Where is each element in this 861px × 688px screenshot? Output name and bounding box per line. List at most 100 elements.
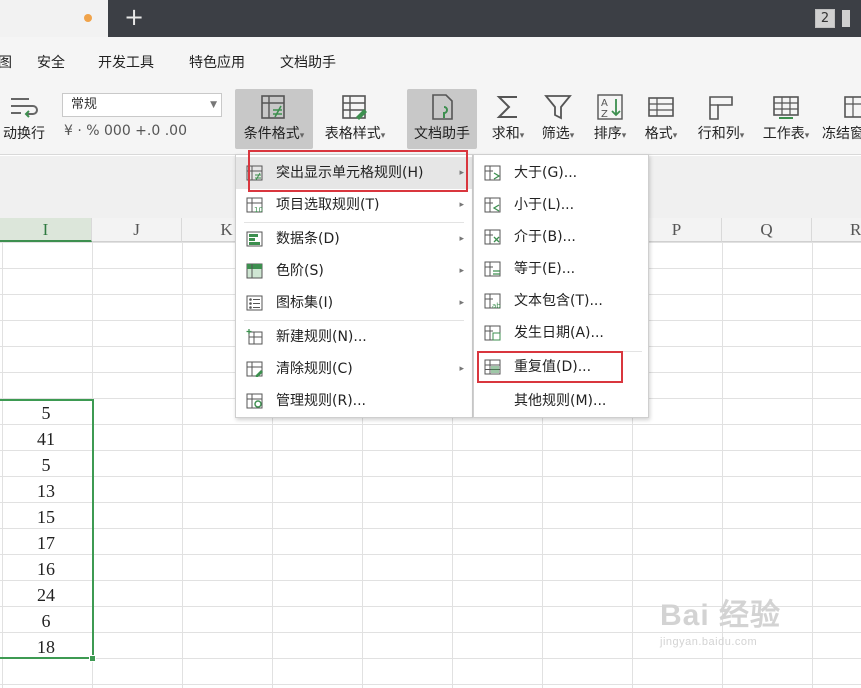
menu-item-label: 色阶(S) [276,263,324,279]
chevron-down-icon: ▾ [672,131,678,141]
format-label: 格式 [644,126,673,142]
title-bar: + 2 [0,0,861,37]
less-than-icon [484,197,501,213]
submenu-item-greater-than[interactable]: 大于(G)... [474,157,648,189]
rows-columns-icon [709,96,733,120]
menu-tab-features[interactable]: 特色应用 [189,52,245,72]
submenu-item-date-occurring[interactable]: 发生日期(A)... [474,317,648,349]
icon-sets-icon [246,295,263,311]
window-edge-icon [842,10,850,27]
menu-item-label: 图标集(I) [276,295,334,311]
chevron-right-icon: ▸ [459,298,464,308]
watermark-brand: Bai 经验 [660,599,782,632]
number-format-value: 常规 [71,97,98,112]
column-header-i[interactable]: I [0,218,92,242]
freeze-label: 冻结窗 [822,126,861,142]
worksheet-button[interactable]: 工作表▾ [757,89,815,149]
chevron-down-icon: ▼ [210,100,217,110]
menu-item-top-bottom-rules[interactable]: 10 项目选取规则(T) ▸ [236,189,472,221]
clear-rules-icon [246,361,263,377]
format-button[interactable]: 格式▾ [638,89,684,149]
rows-columns-button[interactable]: 行和列▾ [690,89,752,149]
worksheet-icon [773,96,799,119]
menu-item-data-bars[interactable]: 数据条(D) ▸ [236,223,472,255]
menu-tab-security[interactable]: 安全 [37,52,65,72]
conditional-format-label: 条件格式 [243,126,300,142]
conditional-format-button[interactable]: 条件格式▾ [235,89,313,149]
menu-item-icon-sets[interactable]: 图标集(I) ▸ [236,287,472,319]
menu-item-label: 项目选取规则(T) [276,197,380,213]
submenu-item-between[interactable]: 介于(B)... [474,221,648,253]
menu-item-label: 新建规则(N)... [276,329,367,345]
table-style-icon [342,95,367,120]
ribbon-toolbar: 动换行 常规 ▼ ¥ · % 000 +.0 .00 条件格式▾ 表格样式▾ 文档… [0,83,861,155]
chevron-down-icon: ▾ [380,131,386,141]
top-bottom-icon: 10 [246,197,263,213]
doc-assistant-label: 文档助手 [414,126,470,142]
menu-tab-doc-assistant[interactable]: 文档助手 [280,52,336,72]
fill-handle[interactable] [89,655,96,662]
filter-button[interactable]: 筛选▾ [535,89,581,149]
color-scales-icon [246,263,263,279]
svg-text:10: 10 [254,206,263,213]
menu-item-color-scales[interactable]: 色阶(S) ▸ [236,255,472,287]
greater-than-icon [484,165,501,181]
menu-tab-developer[interactable]: 开发工具 [98,52,154,72]
sort-label: 排序 [593,126,622,142]
svg-text:Z: Z [601,109,608,120]
chevron-down-icon: ▾ [621,131,627,141]
menu-tab-view[interactable]: 图 [0,52,12,72]
watermark-url: jingyan.baidu.com [660,636,758,648]
date-occurring-icon [484,325,501,341]
sort-button[interactable]: AZ 排序▾ [587,89,633,149]
column-header-q[interactable]: Q [722,218,812,242]
chevron-right-icon: ▸ [459,266,464,276]
menu-item-label: 管理规则(R)... [276,393,367,409]
freeze-panes-button[interactable]: 冻结窗 [822,89,861,149]
window-count-badge[interactable]: 2 [815,9,835,28]
filter-label: 筛选 [541,126,570,142]
rows-columns-label: 行和列 [697,126,740,142]
menu-item-clear-rules[interactable]: 清除规则(C) ▸ [236,353,472,385]
baidu-watermark: Bai 经验 jingyan.baidu.com [660,590,781,648]
chevron-right-icon: ▸ [459,200,464,210]
svg-text:A: A [601,98,608,109]
funnel-icon [544,95,572,120]
doc-assistant-button[interactable]: 文档助手 [407,89,477,149]
submenu-item-label: 小于(L)... [514,197,575,213]
annotation-highlight-box [248,150,468,192]
data-bars-icon [246,231,263,247]
number-format-select[interactable]: 常规 ▼ [62,93,222,117]
chevron-down-icon: ▾ [804,131,810,141]
submenu-item-more-rules[interactable]: 其他规则(M)... [474,385,648,417]
submenu-item-less-than[interactable]: 小于(L)... [474,189,648,221]
chevron-down-icon: ▾ [739,131,745,141]
document-tab[interactable] [0,0,108,37]
conditional-format-icon [261,95,285,119]
wrap-text-icon [11,98,38,118]
unsaved-dot-icon [84,14,92,22]
chevron-down-icon: ▾ [299,131,305,141]
menu-item-new-rule[interactable]: 新建规则(N)... [236,321,472,353]
chevron-down-icon: ▾ [519,131,525,141]
table-style-label: 表格样式 [324,126,381,142]
freeze-icon [844,96,861,118]
menu-item-label: 数据条(D) [276,231,340,247]
sum-button[interactable]: 求和▾ [486,89,530,149]
sort-az-icon: AZ [597,94,623,120]
menu-item-manage-rules[interactable]: 管理规则(R)... [236,385,472,417]
wrap-text-button[interactable]: 动换行 [0,89,48,149]
table-style-button[interactable]: 表格样式▾ [318,89,392,149]
submenu-item-equal-to[interactable]: 等于(E)... [474,253,648,285]
column-header-j[interactable]: J [92,218,182,242]
submenu-item-text-contains[interactable]: ab 文本包含(T)... [474,285,648,317]
manage-rules-icon [246,393,263,409]
number-format-symbols[interactable]: ¥ · % 000 +.0 .00 [64,123,187,139]
new-tab-button[interactable]: + [124,4,144,30]
new-rule-icon [246,329,263,345]
column-header-r[interactable]: R [812,218,861,242]
submenu-item-label: 发生日期(A)... [514,325,604,341]
chevron-down-icon: ▾ [569,131,575,141]
wrap-text-label: 动换行 [3,126,45,142]
chevron-right-icon: ▸ [459,234,464,244]
